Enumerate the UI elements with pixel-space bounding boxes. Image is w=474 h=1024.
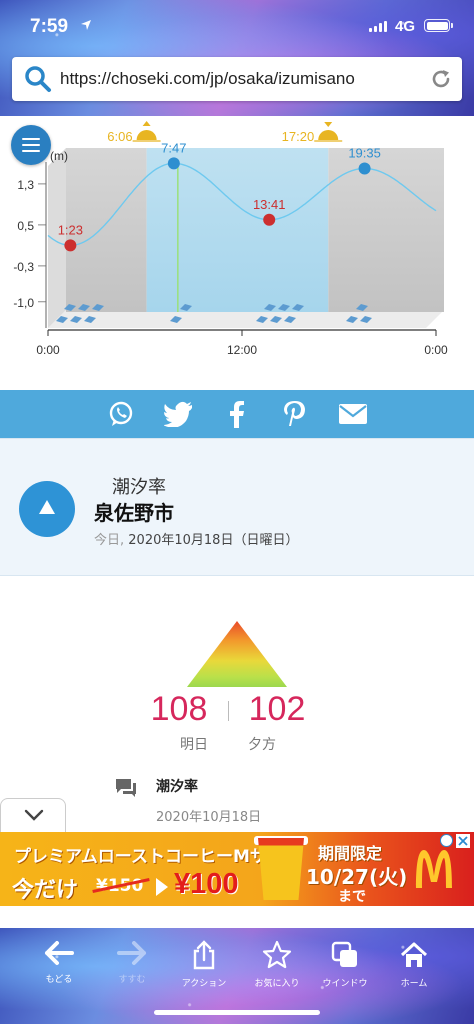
forward-button[interactable]: すすむ (97, 940, 167, 985)
sunrise-arrow-icon (142, 121, 151, 126)
date-text: 2020年10月18日（日曜日） (128, 533, 299, 548)
ad-until-text: まで (338, 889, 366, 905)
gauge-value-tomorrow: 108 (150, 690, 208, 728)
coffee-cup-icon (258, 838, 304, 900)
network-type: 4G (395, 18, 416, 35)
reload-icon[interactable] (430, 68, 452, 90)
y-unit-label: (m) (50, 149, 68, 163)
back-button[interactable]: もどる (24, 940, 94, 985)
twitter-icon[interactable] (163, 398, 195, 430)
home-indicator (154, 1010, 320, 1015)
ad-collapse-button[interactable] (0, 798, 66, 832)
status-time: 7:59 (30, 16, 69, 37)
ad-close-icon[interactable] (456, 834, 470, 848)
star-icon (262, 940, 292, 969)
ad-new-price: ¥100 (174, 868, 239, 900)
tide-chart-svg: 2,01,30,5-0,3-1,0(m)0:0012:000:00 6:0617… (13, 121, 448, 357)
x-tick-label: 0:00 (424, 343, 448, 356)
date-prefix: 今日, (94, 533, 125, 548)
location-arrow-icon (81, 20, 91, 30)
share-icon (193, 940, 215, 970)
mcdonalds-logo-icon (416, 850, 452, 888)
y-tick-label: -1,0 (13, 296, 34, 310)
home-button[interactable]: ホーム (379, 940, 449, 989)
chart-floor (48, 310, 444, 328)
sunset-arrow-icon (324, 122, 333, 127)
chevron-down-icon (24, 809, 44, 821)
high-tide-label: 19:35 (348, 146, 381, 161)
window-button[interactable]: ウインドウ (310, 940, 380, 989)
y-tick-label: 1,3 (17, 178, 34, 192)
gauge-label-tomorrow: 明日 (180, 737, 208, 753)
windows-icon (331, 941, 357, 967)
whatsapp-icon[interactable] (105, 398, 137, 430)
url-text[interactable]: https://choseki.com/jp/osaka/izumisano (60, 69, 355, 89)
low-tide-label: 1:23 (58, 222, 83, 237)
comment-title: 潮汐率 (156, 779, 198, 795)
ad-arrow-icon (156, 878, 168, 896)
low-tide-label: 13:41 (253, 197, 286, 212)
low-tide-point (263, 213, 276, 226)
high-tide-label: 7:47 (161, 140, 186, 155)
search-icon (25, 66, 51, 92)
battery-icon (424, 19, 453, 32)
city-name: 泉佐野市 (94, 501, 174, 525)
sunrise-icon (136, 130, 157, 140)
ad-today-text: 今だけ (12, 878, 79, 903)
x-tick-label: 12:00 (227, 343, 257, 356)
date-line: 今日, 2020年10月18日（日曜日） (94, 529, 298, 548)
low-tide-point (64, 239, 77, 252)
action-button[interactable]: アクション (169, 940, 239, 989)
tide-gauge-triangle (187, 621, 287, 687)
comment-date: 2020年10月18日 (156, 810, 262, 825)
gauge-value-evening: 102 (248, 690, 306, 728)
menu-button[interactable] (11, 125, 51, 165)
sunset-icon (318, 130, 339, 140)
facebook-icon[interactable] (221, 398, 253, 430)
url-bar[interactable]: https://choseki.com/jp/osaka/izumisano (12, 57, 462, 101)
sunrise-time: 6:06 (107, 129, 132, 144)
high-tide-point (358, 162, 371, 175)
mail-icon[interactable] (337, 398, 369, 430)
forward-arrow-icon (117, 941, 146, 965)
high-tide-point (167, 157, 180, 170)
share-bar (0, 390, 474, 438)
sunset-time: 17:20 (282, 129, 315, 144)
comment-icon (116, 779, 136, 797)
info-tag: 潮汐率 (112, 477, 166, 498)
tide-up-icon (19, 481, 75, 537)
ad-banner[interactable]: プレミアムローストコーヒーMサイズ 今だけ ¥150 ¥100 期間限定 10/… (0, 832, 474, 906)
ad-product-text: プレミアムローストコーヒーMサイズ (14, 847, 301, 867)
pinterest-icon[interactable] (279, 398, 311, 430)
daylight-area (146, 148, 329, 312)
gauge-divider (228, 701, 229, 721)
browser-header: 7:59 4G https://choseki.com/jp/osaka/izu… (0, 0, 474, 116)
x-tick-label: 0:00 (36, 343, 60, 356)
y-tick-label: -0,3 (13, 260, 34, 274)
favorites-button[interactable]: お気に入り (242, 940, 312, 989)
home-icon (400, 942, 428, 967)
gauge-label-evening: 夕方 (248, 737, 276, 753)
y-tick-label: 0,5 (17, 219, 34, 233)
signal-strength-icon (369, 21, 387, 32)
back-arrow-icon (45, 941, 74, 965)
ad-info-icon[interactable] (440, 834, 453, 847)
location-info: 潮汐率 泉佐野市 今日, 2020年10月18日（日曜日） (0, 438, 474, 576)
tide-chart: 2,01,30,5-0,3-1,0(m)0:0012:000:00 6:0617… (0, 116, 474, 357)
